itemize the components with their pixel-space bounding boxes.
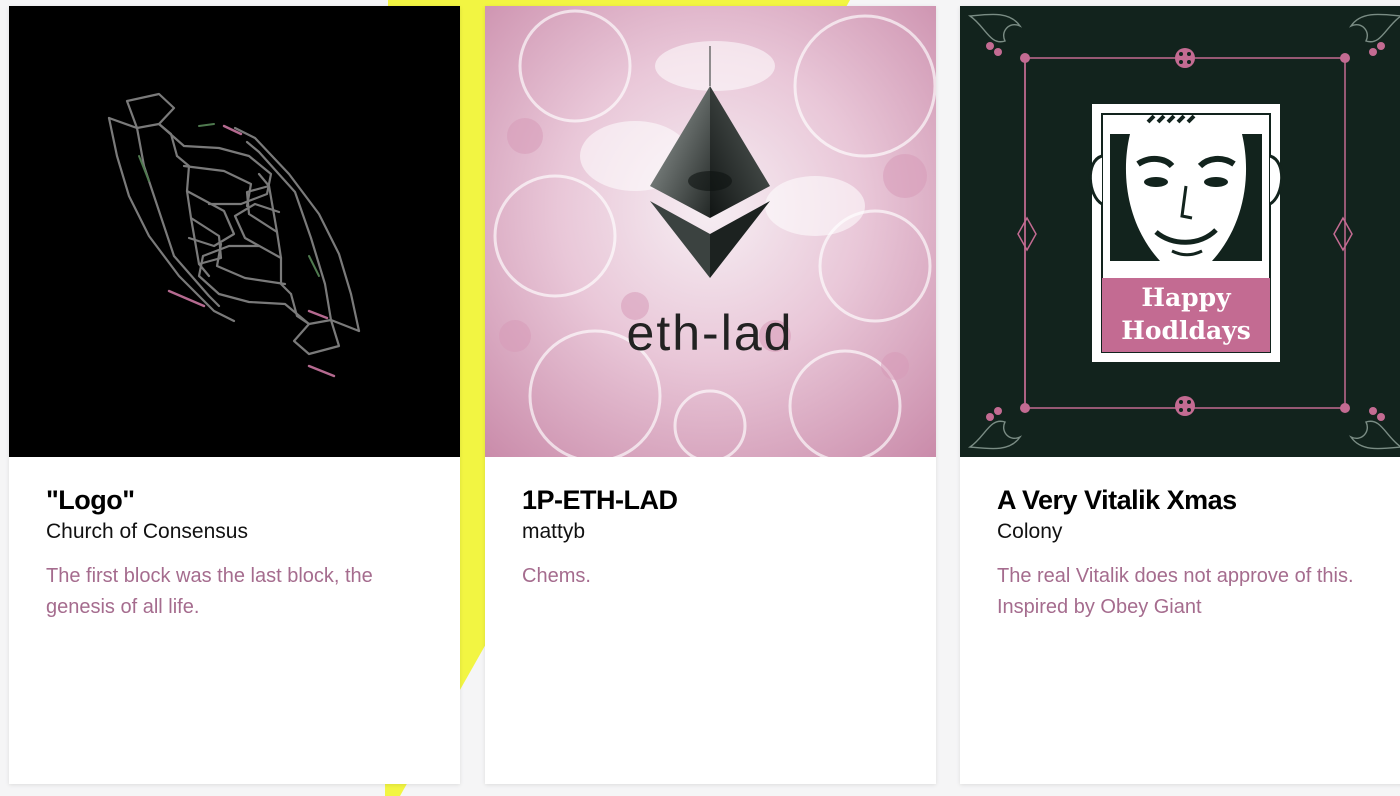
eth-lad-art-text: eth-lad: [627, 305, 794, 361]
card-title[interactable]: A Very Vitalik Xmas: [997, 483, 1374, 517]
card-body: A Very Vitalik Xmas Colony The real Vita…: [960, 457, 1400, 623]
artwork-card[interactable]: Happy Hodldays A Very Vitalik Xmas Colon…: [960, 6, 1400, 784]
card-body: "Logo" Church of Consensus The first blo…: [9, 457, 460, 623]
card-artist[interactable]: mattyb: [522, 517, 899, 547]
card-title[interactable]: 1P-ETH-LAD: [522, 483, 899, 517]
card-description: The real Vitalik does not approve of thi…: [997, 565, 1354, 618]
hodldays-art-text: Hodldays: [1121, 316, 1251, 345]
card-description: The first block was the last block, the …: [46, 565, 373, 618]
card-title[interactable]: "Logo": [46, 483, 423, 517]
gallery-stage: "Logo" Church of Consensus The first blo…: [0, 0, 1400, 796]
card-body: 1P-ETH-LAD mattyb Chems.: [485, 457, 936, 592]
card-artist[interactable]: Church of Consensus: [46, 517, 423, 547]
artwork-card[interactable]: "Logo" Church of Consensus The first blo…: [9, 6, 460, 784]
clasped-hands-icon: [9, 6, 460, 457]
artwork-card[interactable]: eth-lad 1P-ETH-LAD mattyb Chems.: [485, 6, 936, 784]
happy-art-text: Happy: [1141, 283, 1232, 312]
card-artist[interactable]: Colony: [997, 517, 1374, 547]
card-description: Chems.: [522, 565, 591, 587]
vitalik-portrait-icon: Happy Hodldays: [960, 6, 1400, 457]
ethereum-diamond-icon: eth-lad: [485, 6, 936, 457]
